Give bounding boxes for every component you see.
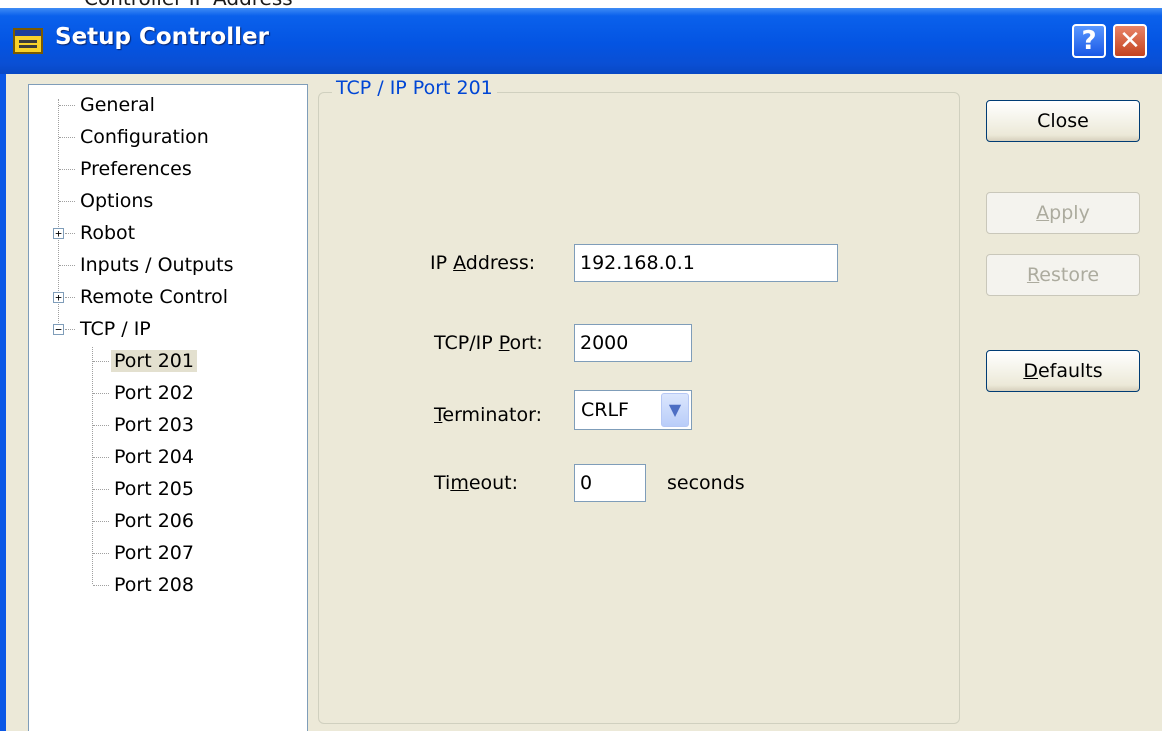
tree-connector xyxy=(59,169,75,170)
tree-connector xyxy=(93,425,109,426)
help-button[interactable]: ? xyxy=(1072,24,1106,58)
tree-item-robot[interactable]: Robot xyxy=(77,219,138,247)
tree-item-port-201[interactable]: Port 201 xyxy=(111,347,197,375)
tree-connector xyxy=(59,105,75,106)
tree-item-remote-control[interactable]: Remote Control xyxy=(77,283,231,311)
tree-item-port-208[interactable]: Port 208 xyxy=(111,571,197,599)
settings-tree[interactable]: General Configuration Preferences Option… xyxy=(28,84,308,731)
app-icon xyxy=(13,28,43,54)
restore-button[interactable]: Restore xyxy=(986,254,1140,296)
tree-connector xyxy=(93,553,109,554)
remote-control-expand-icon[interactable]: + xyxy=(53,292,64,303)
timeout-unit-label: seconds xyxy=(667,472,745,494)
tree-item-port-207[interactable]: Port 207 xyxy=(111,539,197,567)
ip-address-input[interactable]: 192.168.0.1 xyxy=(574,244,838,282)
tree-connector xyxy=(93,489,109,490)
tree-item-port-206[interactable]: Port 206 xyxy=(111,507,197,535)
tree-connector xyxy=(59,265,75,266)
tree-connector xyxy=(93,521,109,522)
tree-connector xyxy=(93,361,109,362)
tree-item-options[interactable]: Options xyxy=(77,187,156,215)
dialog-client-area: General Configuration Preferences Option… xyxy=(6,74,1162,731)
tcp-ip-collapse-icon[interactable]: − xyxy=(53,324,64,335)
ip-address-label: IP Address: xyxy=(430,252,536,274)
tree-connector xyxy=(59,201,75,202)
tree-connector xyxy=(65,233,75,234)
tree-connector xyxy=(93,585,109,586)
terminator-value: CRLF xyxy=(581,399,629,421)
tree-item-port-204[interactable]: Port 204 xyxy=(111,443,197,471)
tree-item-inputs-outputs[interactable]: Inputs / Outputs xyxy=(77,251,236,279)
tree-connector xyxy=(65,329,75,330)
timeout-label: Timeout: xyxy=(434,472,519,494)
close-window-button[interactable]: ✕ xyxy=(1113,24,1147,58)
robot-expand-icon[interactable]: + xyxy=(53,228,64,239)
tcp-ip-port-label: TCP/IP Port: xyxy=(434,332,543,354)
tree-connector xyxy=(65,297,75,298)
window-title: Setup Controller xyxy=(55,24,269,50)
chevron-down-icon[interactable]: ▼ xyxy=(661,393,689,427)
background-caption-strip: Controller IP Address xyxy=(0,0,1162,8)
terminator-select[interactable]: CRLF ▼ xyxy=(574,390,692,430)
tree-item-tcp-ip[interactable]: TCP / IP xyxy=(77,315,154,343)
tree-connector xyxy=(59,137,75,138)
apply-button[interactable]: Apply xyxy=(986,192,1140,234)
timeout-input[interactable]: 0 xyxy=(574,464,646,502)
tcp-ip-port-input[interactable]: 2000 xyxy=(574,324,692,362)
defaults-button[interactable]: Defaults xyxy=(986,350,1140,392)
tree-connector xyxy=(93,393,109,394)
groupbox-title: TCP / IP Port 201 xyxy=(332,77,497,99)
title-bar[interactable]: Setup Controller ? ✕ xyxy=(0,8,1162,74)
tree-connector xyxy=(93,457,109,458)
tree-child-line xyxy=(92,347,93,584)
tree-item-port-202[interactable]: Port 202 xyxy=(111,379,197,407)
background-caption: Controller IP Address xyxy=(84,0,293,8)
tree-item-general[interactable]: General xyxy=(77,91,158,119)
tree-item-port-203[interactable]: Port 203 xyxy=(111,411,197,439)
setup-controller-dialog: Setup Controller ? ✕ General Configurati… xyxy=(0,8,1162,731)
tree-item-preferences[interactable]: Preferences xyxy=(77,155,195,183)
tree-item-port-205[interactable]: Port 205 xyxy=(111,475,197,503)
terminator-label: Terminator: xyxy=(434,404,542,426)
tree-item-configuration[interactable]: Configuration xyxy=(77,123,212,151)
close-button[interactable]: Close xyxy=(986,100,1140,142)
